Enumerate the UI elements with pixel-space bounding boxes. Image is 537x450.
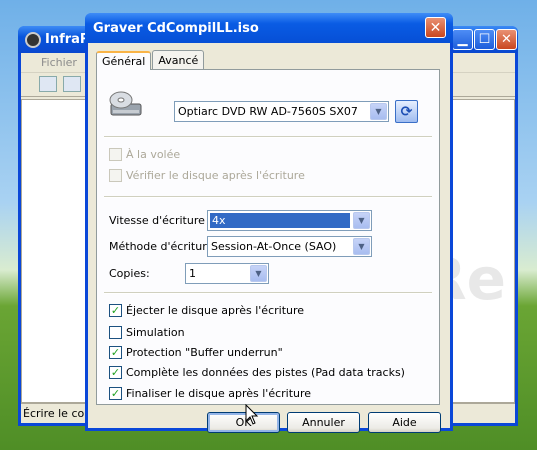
- checkbox-box: [109, 169, 122, 182]
- drive-value: Optiarc DVD RW AD-7560S SX07: [178, 105, 358, 118]
- checkbox-box: [109, 326, 122, 339]
- ok-button[interactable]: OK: [207, 412, 280, 433]
- checkmark-icon: ✓: [109, 387, 122, 400]
- buffer-underrun-label: Protection "Buffer underrun": [126, 346, 283, 359]
- write-speed-value: 4x: [210, 213, 350, 228]
- copies-value: 1: [189, 267, 196, 280]
- verify-label: Vérifier le disque après l'écriture: [126, 169, 305, 182]
- checkmark-icon: ✓: [109, 346, 122, 359]
- checkbox-box: [109, 148, 122, 161]
- copies-select[interactable]: 1 ▼: [185, 263, 269, 284]
- close-icon[interactable]: ✕: [425, 17, 446, 38]
- chevron-down-icon[interactable]: ▼: [250, 265, 267, 282]
- background-close-icon[interactable]: ✕: [496, 29, 517, 50]
- save-icon[interactable]: [63, 76, 81, 92]
- dialog-client: Général Avancé Optiarc DVD RW AD-7560S S…: [88, 43, 450, 433]
- simulation-label: Simulation: [126, 326, 185, 339]
- eject-label: Éjecter le disque après l'écriture: [126, 304, 305, 317]
- dialog-titlebar: Graver CdCompilLL.iso: [85, 13, 453, 43]
- pad-data-tracks-checkbox[interactable]: ✓ Complète les données des pistes (Pad d…: [109, 366, 405, 379]
- eject-checkbox[interactable]: ✓ Éjecter le disque après l'écriture: [109, 304, 304, 317]
- pad-data-tracks-label: Complète les données des pistes (Pad dat…: [126, 366, 405, 379]
- verify-checkbox[interactable]: Vérifier le disque après l'écriture: [109, 169, 305, 182]
- menu-fichier[interactable]: Fichier: [41, 56, 77, 69]
- on-the-fly-checkbox[interactable]: À la volée: [109, 148, 180, 161]
- tab-panel-general: Optiarc DVD RW AD-7560S SX07 ▼ ⟳ À la vo…: [96, 69, 440, 405]
- finalize-checkbox[interactable]: ✓ Finaliser le disque après l'écriture: [109, 387, 311, 400]
- write-speed-select[interactable]: 4x ▼: [207, 210, 372, 231]
- minimize-icon[interactable]: ▁: [452, 29, 473, 50]
- cancel-button[interactable]: Annuler: [287, 412, 360, 433]
- write-method-value: Session-At-Once (SAO): [211, 240, 337, 253]
- drive-select[interactable]: Optiarc DVD RW AD-7560S SX07 ▼: [174, 101, 389, 122]
- cd-drive-icon: [109, 91, 142, 116]
- write-method-label: Méthode d'écriture :: [109, 240, 221, 253]
- finalize-label: Finaliser le disque après l'écriture: [126, 387, 312, 400]
- help-button[interactable]: Aide: [368, 412, 441, 433]
- refresh-drives-button[interactable]: ⟳: [395, 100, 418, 123]
- infrarecorder-app-icon: [25, 31, 41, 48]
- tab-strip: Général Avancé: [96, 50, 205, 70]
- write-speed-label: Vitesse d'écriture :: [109, 214, 213, 227]
- open-folder-icon[interactable]: [39, 76, 57, 92]
- burn-dialog: Graver CdCompilLL.iso ✕ Général Avancé O…: [85, 13, 453, 433]
- checkmark-icon: ✓: [109, 366, 122, 379]
- copies-label: Copies:: [109, 267, 150, 280]
- checkmark-icon: ✓: [109, 304, 122, 317]
- divider: [104, 292, 432, 294]
- refresh-icon: ⟳: [400, 103, 413, 120]
- chevron-down-icon[interactable]: ▼: [353, 238, 370, 255]
- simulation-checkbox[interactable]: Simulation: [109, 326, 185, 339]
- buffer-underrun-checkbox[interactable]: ✓ Protection "Buffer underrun": [109, 346, 283, 359]
- maximize-icon[interactable]: ☐: [474, 29, 495, 50]
- mouse-cursor-icon: [245, 404, 259, 425]
- chevron-down-icon[interactable]: ▼: [370, 103, 387, 120]
- tab-avance[interactable]: Avancé: [152, 50, 205, 69]
- divider: [104, 196, 432, 198]
- on-the-fly-label: À la volée: [126, 148, 181, 161]
- dialog-title: Graver CdCompilLL.iso: [93, 20, 259, 36]
- tab-general[interactable]: Général: [96, 51, 152, 70]
- divider: [104, 136, 432, 138]
- write-method-select[interactable]: Session-At-Once (SAO) ▼: [207, 236, 372, 257]
- chevron-down-icon[interactable]: ▼: [353, 212, 370, 229]
